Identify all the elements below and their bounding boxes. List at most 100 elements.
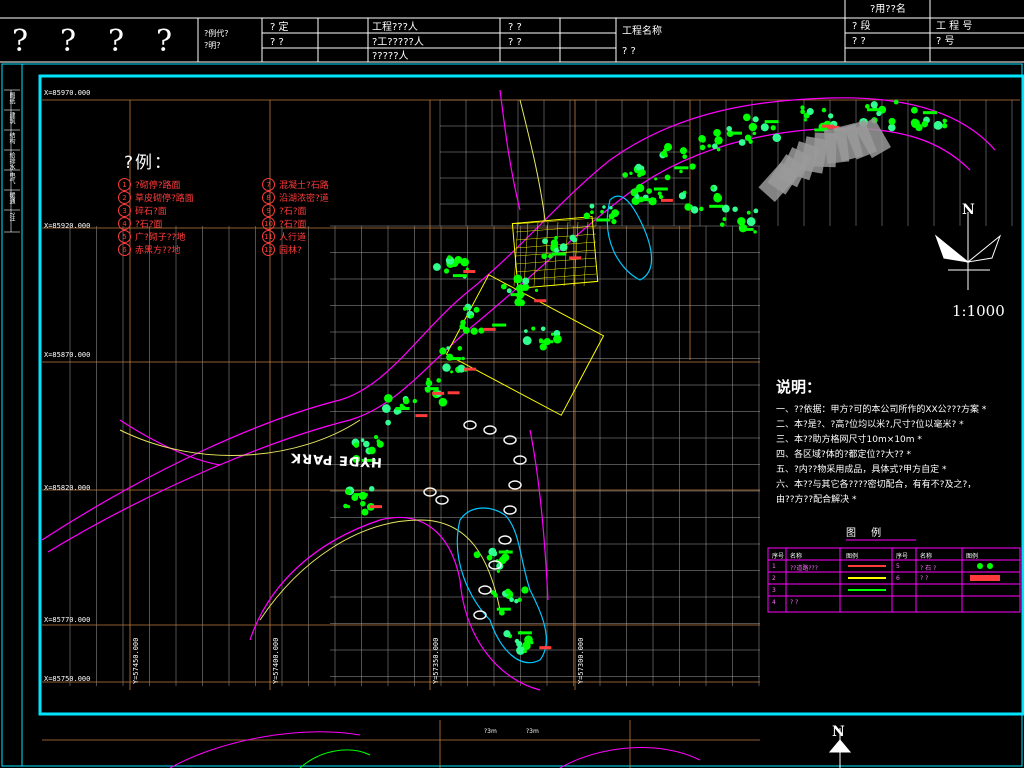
legend-table-header: 序号 xyxy=(896,553,909,560)
note-line: 二、本?是?、?高?位均以米?,尺寸?位以毫米? * xyxy=(776,420,964,430)
legend-table-cell: ? ? xyxy=(920,575,929,582)
legend-item-number: 12 xyxy=(262,243,275,256)
sidebar-cell-5: 电气 xyxy=(8,172,15,184)
coord-x-label: X=85770.000 xyxy=(44,616,91,624)
title-cell-c2: ?工?????人 xyxy=(372,37,424,48)
legend-table-cell: 1 xyxy=(772,563,776,570)
note-line: 六、本??与其它各????密切配合，有有不?及之?， xyxy=(776,480,977,490)
legend-item: 11 人行道 xyxy=(262,230,306,243)
legend-item-number: 11 xyxy=(262,230,275,243)
coord-y-label: Y=57350.000 xyxy=(432,637,440,684)
note-line: 由??方??配合解决 * xyxy=(776,495,857,505)
sidebar-cell-4: 给排水 xyxy=(8,152,15,170)
coord-x-label: X=85920.000 xyxy=(44,222,91,230)
legend-item-label: ?砌停?路面 xyxy=(135,181,181,191)
coord-x-label: X=85870.000 xyxy=(44,351,91,359)
title-cell-project-name: 工程名称 xyxy=(622,26,662,37)
legend-item-number: 1 xyxy=(118,178,131,191)
legend-item: 8 沿湖浓密?道 xyxy=(262,191,329,204)
legend-table-header: 名称 xyxy=(790,553,803,560)
sidebar-cell-7: ?注 xyxy=(8,212,15,222)
title-cell-e2: ? ? xyxy=(622,46,636,57)
legend-table-cell: 6 xyxy=(896,575,900,582)
scale-label: 1:1000 xyxy=(952,302,1005,320)
title-cell-project-no: 工 程 号 xyxy=(936,21,973,32)
note-line: 四、各区域?体的?都定位??大?? * xyxy=(776,450,912,460)
coord-x-label: X=85820.000 xyxy=(44,484,91,492)
legend-title: ?例： xyxy=(124,153,174,173)
title-cell-b1: ? 定 xyxy=(270,22,289,33)
title-cell-client: ?用??名 xyxy=(870,4,906,15)
legend-item-number: 8 xyxy=(262,191,275,204)
legend-item-number: 6 xyxy=(118,243,131,256)
site-plan-drawing xyxy=(0,0,1024,768)
coord-x-label: X=85750.000 xyxy=(44,675,91,683)
sidebar-cell-2: 建筑 xyxy=(8,112,15,124)
legend-item: 10 ?石?面 xyxy=(262,217,307,230)
title-cell-stage: ? 段 xyxy=(852,21,871,32)
legend-item-label: ?石?面 xyxy=(279,207,307,217)
legend-table-cell: 3 xyxy=(772,587,776,594)
coord-y-label: Y=57300.000 xyxy=(577,637,585,684)
legend-item-label: 混凝土?石路 xyxy=(279,181,329,191)
title-glyph-4: ? xyxy=(156,24,173,59)
legend-item-label: 广?砌子??地 xyxy=(135,233,186,243)
coord-y-label: Y=57450.000 xyxy=(132,637,140,684)
legend-item: 4 ?石?面 xyxy=(118,217,163,230)
north-label-bottom: N xyxy=(832,724,845,740)
legend-table-title: 图 例 xyxy=(846,528,888,539)
legend-item: 7 混凝土?石路 xyxy=(262,178,329,191)
legend-item-number: 9 xyxy=(262,204,275,217)
legend-table-header: 图例 xyxy=(966,553,979,560)
legend-item-number: 2 xyxy=(118,191,131,204)
legend-item-label: 人行道 xyxy=(279,233,307,243)
legend-table-cell: ? 石 ? xyxy=(920,565,937,572)
title-cell-b2: ? ? xyxy=(270,37,284,48)
legend-item-number: 5 xyxy=(118,230,131,243)
note-line: 三、本??助方格网尺寸10m×10m * xyxy=(776,435,922,445)
note-line: 一、??依据：甲方?可的本公司所作的XX公???方案 * xyxy=(776,405,987,415)
legend-item-label: ?石?面 xyxy=(279,220,307,230)
legend-item: 1 ?砌停?路面 xyxy=(118,178,181,191)
sidebar-cell-1: 图纸 xyxy=(8,92,15,104)
sidebar-cell-3: 结构 xyxy=(8,132,15,144)
legend-item: 12 园林? xyxy=(262,243,302,256)
legend-table-header: 名称 xyxy=(920,553,933,560)
legend-item-label: 碎石?面 xyxy=(135,207,167,217)
legend-table-cell: ? ? xyxy=(790,599,799,606)
legend-table-header: 图例 xyxy=(846,553,859,560)
legend-item-label: 赤黑方??地 xyxy=(135,246,181,256)
legend-table-cell: 2 xyxy=(772,575,776,582)
title-cell-a2: ?明? xyxy=(204,41,221,50)
title-cell-d2: ? ? xyxy=(508,37,522,48)
legend-table-cell: 4 xyxy=(772,599,776,606)
title-glyph-3: ? xyxy=(108,24,125,59)
note-line: 五、?内??物采用成品，具体式?甲方自定 * xyxy=(776,465,947,475)
legend-item-label: 草皮砌停?路面 xyxy=(135,194,194,204)
legend-table-cell: ??道路??? xyxy=(790,565,818,572)
bottom-dimension-label: ?3m xyxy=(526,728,539,735)
coord-y-label: Y=57400.000 xyxy=(272,637,280,684)
sidebar-cell-6: 暖通 xyxy=(8,192,15,204)
title-cell-d1: ? ? xyxy=(508,22,522,33)
legend-item: 3 碎石?面 xyxy=(118,204,167,217)
north-label: N xyxy=(962,202,975,218)
legend-item-number: 10 xyxy=(262,217,275,230)
title-cell-c3: ?????人 xyxy=(372,51,409,62)
legend-item-label: 沿湖浓密?道 xyxy=(279,194,329,204)
title-glyph-2: ? xyxy=(60,24,77,59)
bottom-dimension-label: ?3m xyxy=(484,728,497,735)
title-cell-c1: 工程???人 xyxy=(372,22,418,33)
legend-item-label: 园林? xyxy=(279,246,302,256)
legend-table-header: 序号 xyxy=(772,553,785,560)
legend-item: 9 ?石?面 xyxy=(262,204,307,217)
legend-item: 6 赤黑方??地 xyxy=(118,243,181,256)
legend-item-number: 4 xyxy=(118,217,131,230)
legend-item-number: 7 xyxy=(262,178,275,191)
legend-item-number: 3 xyxy=(118,204,131,217)
legend-item: 5 广?砌子??地 xyxy=(118,230,185,243)
legend-item: 2 草皮砌停?路面 xyxy=(118,191,194,204)
title-cell-a1: ?例代? xyxy=(204,29,229,38)
notes-title: 说明： xyxy=(776,378,822,396)
title-cell-drawing-no: ? 号 xyxy=(936,36,955,47)
